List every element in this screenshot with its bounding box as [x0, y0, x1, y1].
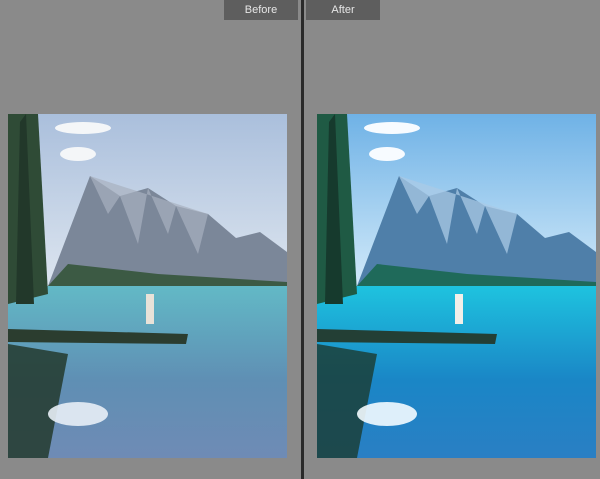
- before-photo-scene: [8, 114, 287, 458]
- after-tab[interactable]: After: [306, 0, 380, 20]
- after-pane: After: [304, 0, 600, 479]
- after-photo: [317, 114, 596, 458]
- before-tab[interactable]: Before: [224, 0, 298, 20]
- after-photo-scene: [317, 114, 596, 458]
- before-photo: [8, 114, 287, 458]
- before-pane: Before: [0, 0, 301, 479]
